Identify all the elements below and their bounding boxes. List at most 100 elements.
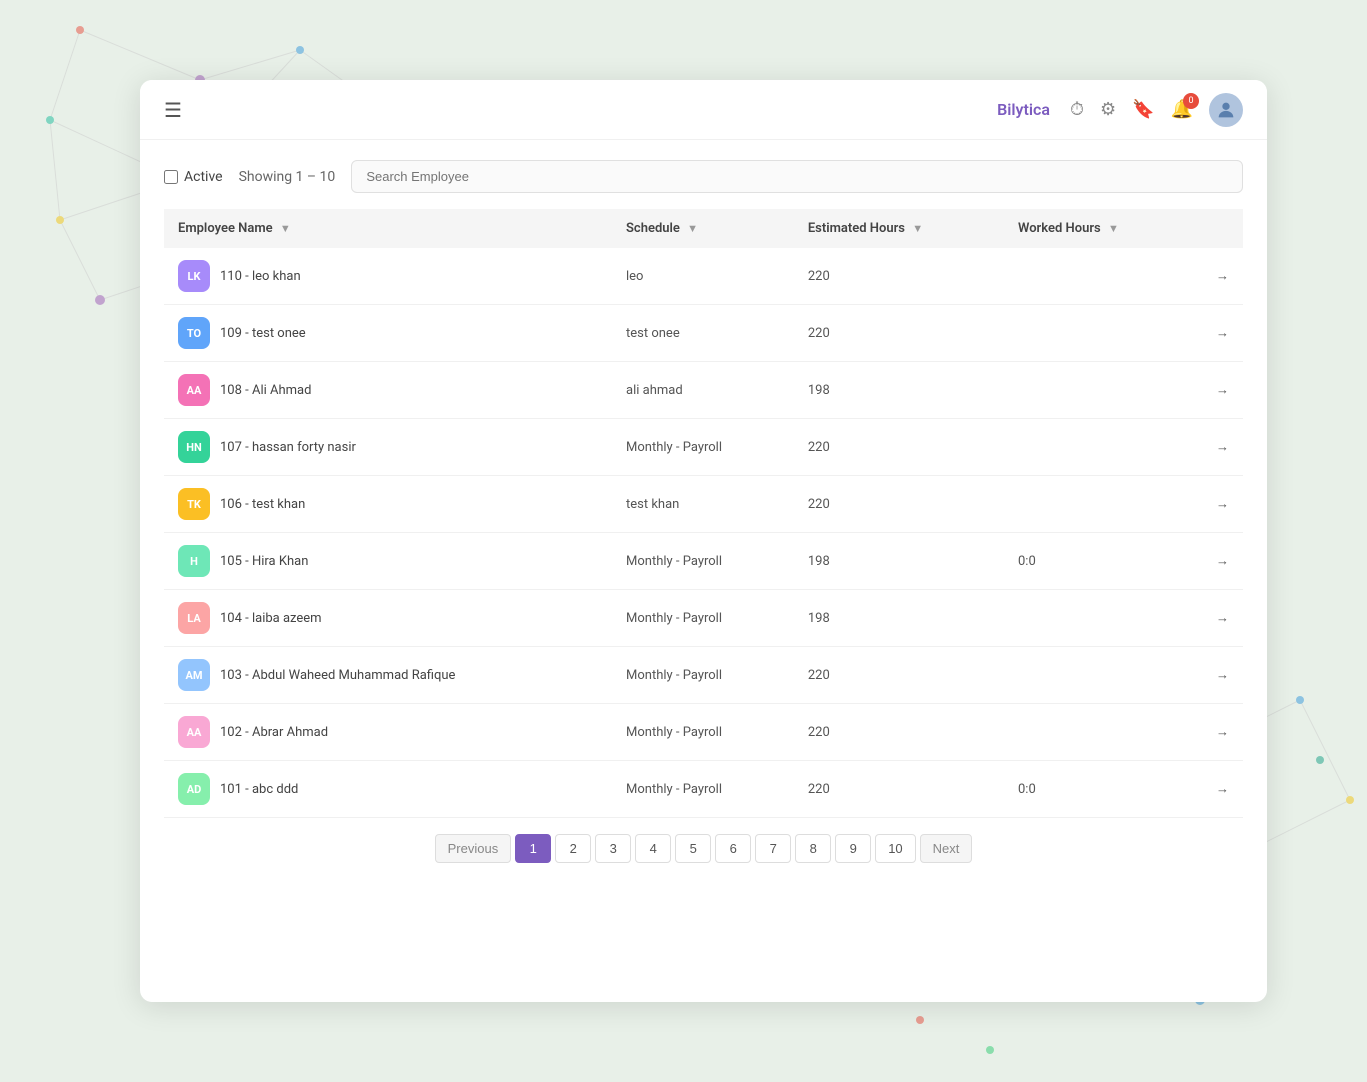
row-arrow[interactable]: → (1193, 761, 1243, 818)
schedule-cell: Monthly - Payroll (612, 533, 794, 590)
gear-icon[interactable]: ⚙ (1100, 99, 1116, 120)
search-input[interactable] (351, 160, 1243, 193)
estimated-hours-cell: 220 (794, 476, 1004, 533)
nav-icons: ⏱ ⚙ 🔖 🔔 0 (1070, 93, 1243, 127)
employee-avatar: AA (178, 716, 210, 748)
schedule-cell: Monthly - Payroll (612, 590, 794, 647)
worked-hours-cell (1004, 419, 1193, 476)
bookmark-icon[interactable]: 🔖 (1132, 99, 1154, 120)
row-arrow[interactable]: → (1193, 248, 1243, 305)
page-button-4[interactable]: 4 (635, 834, 671, 863)
employee-cell-101: AD 101 - abc ddd (164, 761, 612, 818)
estimated-hours-cell: 198 (794, 362, 1004, 419)
employee-name: 102 - Abrar Ahmad (220, 725, 328, 740)
worked-hours-cell (1004, 704, 1193, 761)
clock-icon[interactable]: ⏱ (1070, 99, 1084, 120)
page-button-2[interactable]: 2 (555, 834, 591, 863)
estimated-hours-cell: 198 (794, 590, 1004, 647)
page-button-3[interactable]: 3 (595, 834, 631, 863)
next-button[interactable]: Next (920, 834, 973, 863)
col-schedule[interactable]: Schedule ▼ (612, 209, 794, 248)
schedule-cell: test onee (612, 305, 794, 362)
row-arrow[interactable]: → (1193, 362, 1243, 419)
schedule-cell: leo (612, 248, 794, 305)
page-button-6[interactable]: 6 (715, 834, 751, 863)
worked-hours-cell (1004, 647, 1193, 704)
active-checkbox[interactable] (164, 170, 178, 184)
active-label: Active (184, 169, 223, 185)
row-arrow[interactable]: → (1193, 647, 1243, 704)
table-row: LA 104 - laiba azeem Monthly - Payroll 1… (164, 590, 1243, 647)
employee-name: 108 - Ali Ahmad (220, 383, 311, 398)
previous-button[interactable]: Previous (435, 834, 512, 863)
sort-estimated-icon: ▼ (912, 222, 923, 235)
employee-name: 106 - test khan (220, 497, 305, 512)
employee-table: Employee Name ▼ Schedule ▼ Estimated Hou… (164, 209, 1243, 818)
employee-name: 109 - test onee (220, 326, 306, 341)
table-row: TO 109 - test onee test onee 220 → (164, 305, 1243, 362)
employee-avatar: LK (178, 260, 210, 292)
estimated-hours-cell: 220 (794, 647, 1004, 704)
employee-avatar: TK (178, 488, 210, 520)
col-estimated-hours[interactable]: Estimated Hours ▼ (794, 209, 1004, 248)
page-button-1[interactable]: 1 (515, 834, 551, 863)
employee-avatar: AM (178, 659, 210, 691)
row-arrow[interactable]: → (1193, 704, 1243, 761)
employee-cell-109: TO 109 - test onee (164, 305, 612, 362)
active-filter[interactable]: Active (164, 169, 223, 185)
page-button-10[interactable]: 10 (875, 834, 915, 863)
employee-name: 107 - hassan forty nasir (220, 440, 356, 455)
employee-cell-103: AM 103 - Abdul Waheed Muhammad Rafique (164, 647, 612, 704)
worked-hours-cell: 0:0 (1004, 761, 1193, 818)
page-button-5[interactable]: 5 (675, 834, 711, 863)
estimated-hours-cell: 220 (794, 419, 1004, 476)
employee-avatar: LA (178, 602, 210, 634)
employee-avatar: HN (178, 431, 210, 463)
worked-hours-cell (1004, 590, 1193, 647)
user-avatar[interactable] (1209, 93, 1243, 127)
page-button-8[interactable]: 8 (795, 834, 831, 863)
col-employee-name[interactable]: Employee Name ▼ (164, 209, 612, 248)
employee-name: 101 - abc ddd (220, 782, 298, 797)
employee-cell-110: LK 110 - leo khan (164, 248, 612, 305)
schedule-cell: Monthly - Payroll (612, 761, 794, 818)
content-area: Active Showing 1 – 10 Employee Name ▼ Sc… (140, 140, 1267, 1002)
employee-cell-107: HN 107 - hassan forty nasir (164, 419, 612, 476)
table-row: HN 107 - hassan forty nasir Monthly - Pa… (164, 419, 1243, 476)
estimated-hours-cell: 198 (794, 533, 1004, 590)
schedule-cell: ali ahmad (612, 362, 794, 419)
estimated-hours-cell: 220 (794, 704, 1004, 761)
filter-bar: Active Showing 1 – 10 (164, 160, 1243, 193)
employee-cell-104: LA 104 - laiba azeem (164, 590, 612, 647)
employee-cell-105: H 105 - Hira Khan (164, 533, 612, 590)
page-button-9[interactable]: 9 (835, 834, 871, 863)
row-arrow[interactable]: → (1193, 419, 1243, 476)
table-body: LK 110 - leo khan leo 220 → TO 109 - tes… (164, 248, 1243, 818)
worked-hours-cell (1004, 476, 1193, 533)
estimated-hours-cell: 220 (794, 761, 1004, 818)
row-arrow[interactable]: → (1193, 533, 1243, 590)
employee-cell-106: TK 106 - test khan (164, 476, 612, 533)
col-worked-hours[interactable]: Worked Hours ▼ (1004, 209, 1193, 248)
sort-employee-icon: ▼ (280, 222, 291, 235)
table-row: LK 110 - leo khan leo 220 → (164, 248, 1243, 305)
employee-name: 104 - laiba azeem (220, 611, 322, 626)
sort-schedule-icon: ▼ (687, 222, 698, 235)
table-row: AD 101 - abc ddd Monthly - Payroll 220 0… (164, 761, 1243, 818)
bell-icon[interactable]: 🔔 0 (1171, 99, 1193, 120)
row-arrow[interactable]: → (1193, 305, 1243, 362)
row-arrow[interactable]: → (1193, 590, 1243, 647)
top-nav: ☰ Bilytica ⏱ ⚙ 🔖 🔔 0 (140, 80, 1267, 140)
estimated-hours-cell: 220 (794, 248, 1004, 305)
page-button-7[interactable]: 7 (755, 834, 791, 863)
employee-avatar: AD (178, 773, 210, 805)
showing-text: Showing 1 – 10 (239, 169, 336, 185)
table-row: AA 108 - Ali Ahmad ali ahmad 198 → (164, 362, 1243, 419)
estimated-hours-cell: 220 (794, 305, 1004, 362)
row-arrow[interactable]: → (1193, 476, 1243, 533)
schedule-cell: Monthly - Payroll (612, 419, 794, 476)
hamburger-menu[interactable]: ☰ (164, 98, 182, 122)
sort-worked-icon: ▼ (1108, 222, 1119, 235)
worked-hours-cell (1004, 362, 1193, 419)
employee-name: 103 - Abdul Waheed Muhammad Rafique (220, 668, 455, 683)
